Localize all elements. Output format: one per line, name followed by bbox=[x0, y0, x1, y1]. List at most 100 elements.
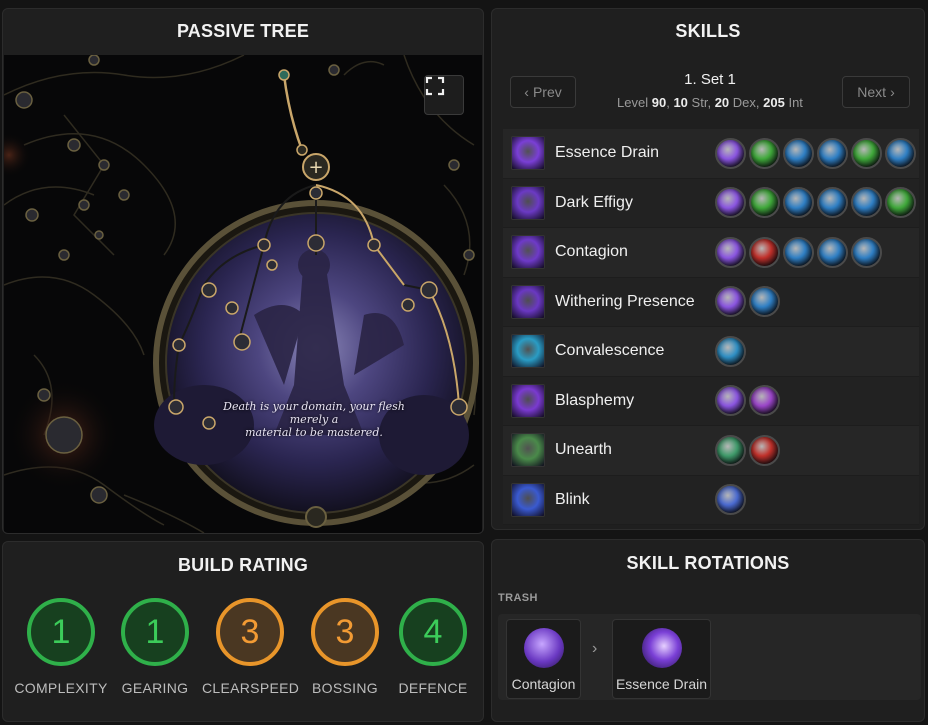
support-gems bbox=[715, 434, 780, 466]
skill-row[interactable]: Convalescence bbox=[503, 327, 919, 377]
passive-tree-graph: + bbox=[4, 55, 479, 533]
gem-icon[interactable] bbox=[715, 484, 746, 516]
gem-icon[interactable] bbox=[783, 236, 814, 268]
rating-gearing: 1 GEARING bbox=[107, 598, 203, 696]
skill-row[interactable]: Blasphemy bbox=[503, 376, 919, 426]
support-gems bbox=[715, 286, 780, 318]
gem-icon[interactable] bbox=[749, 187, 780, 219]
withering-presence-icon bbox=[511, 284, 545, 319]
str-label: Str, bbox=[691, 95, 712, 110]
gem-icon[interactable] bbox=[885, 187, 916, 219]
gem-icon[interactable] bbox=[885, 137, 916, 169]
support-gems bbox=[715, 385, 780, 417]
gem-icon[interactable] bbox=[783, 137, 814, 169]
dex-value: 20 bbox=[714, 95, 730, 110]
gem-icon[interactable] bbox=[817, 236, 848, 268]
skill-row[interactable]: Unearth bbox=[503, 426, 919, 476]
fullscreen-button[interactable] bbox=[424, 75, 464, 115]
rating-label: BOSSING bbox=[312, 680, 378, 696]
fullscreen-icon bbox=[425, 76, 445, 96]
gem-icon[interactable] bbox=[851, 137, 882, 169]
contagion-icon bbox=[511, 235, 545, 270]
prev-label: Prev bbox=[532, 84, 562, 100]
rotation-group-label: TRASH bbox=[498, 592, 538, 604]
skill-set-stats: Level 90, 10 Str, 20 Dex, 205 Int bbox=[617, 95, 803, 110]
gem-icon[interactable] bbox=[715, 335, 746, 367]
level-value: 90 bbox=[651, 95, 667, 110]
rating-value: 1 bbox=[27, 598, 95, 666]
blasphemy-icon bbox=[511, 383, 545, 418]
support-gems bbox=[715, 187, 916, 219]
skill-name: Unearth bbox=[555, 441, 612, 459]
int-value: 205 bbox=[763, 95, 785, 110]
gem-icon[interactable] bbox=[749, 236, 780, 268]
rating-clearspeed: 3 CLEARSPEED bbox=[202, 598, 300, 696]
gem-icon[interactable] bbox=[715, 236, 746, 268]
gem-icon[interactable] bbox=[715, 187, 746, 219]
prev-set-button[interactable]: ‹ Prev bbox=[510, 76, 576, 108]
gem-icon[interactable] bbox=[715, 385, 746, 417]
convalescence-icon bbox=[511, 334, 545, 369]
skill-name: Blasphemy bbox=[555, 391, 635, 409]
gem-icon[interactable] bbox=[749, 385, 780, 417]
rotation-step-name: Contagion bbox=[511, 676, 576, 692]
gem-icon[interactable] bbox=[715, 434, 746, 466]
passive-tree-canvas[interactable]: + Death is your domain, your flesh merel… bbox=[4, 55, 482, 533]
gem-icon[interactable] bbox=[749, 286, 780, 318]
gem-icon[interactable] bbox=[851, 236, 882, 268]
rotation-box: Contagion › Essence Drain bbox=[498, 614, 921, 700]
gem-icon[interactable] bbox=[749, 434, 780, 466]
skill-row[interactable]: Blink bbox=[503, 475, 919, 525]
gem-icon[interactable] bbox=[817, 137, 848, 169]
int-label: Int bbox=[788, 95, 803, 110]
blink-icon bbox=[511, 482, 545, 517]
rating-complexity: 1 COMPLEXITY bbox=[13, 598, 109, 696]
rating-value: 1 bbox=[121, 598, 189, 666]
rotation-step-essence-drain[interactable]: Essence Drain bbox=[612, 619, 711, 699]
skill-set-title: 1. Set 1 bbox=[684, 71, 736, 88]
support-gems bbox=[715, 335, 746, 367]
support-gems bbox=[715, 236, 882, 268]
skill-list: Essence Drain Dark Effigy Contagion Witheri… bbox=[503, 129, 919, 525]
skill-name: Withering Presence bbox=[555, 292, 695, 310]
next-set-button[interactable]: Next › bbox=[842, 76, 910, 108]
gem-icon[interactable] bbox=[851, 187, 882, 219]
rating-label: DEFENCE bbox=[398, 680, 468, 696]
gem-icon[interactable] bbox=[715, 137, 746, 169]
skill-row[interactable]: Essence Drain bbox=[503, 129, 919, 179]
dex-label: Dex, bbox=[732, 95, 760, 110]
passive-tree-panel: PASSIVE TREE + Death is your domain, you… bbox=[2, 8, 484, 534]
rating-defence: 4 DEFENCE bbox=[385, 598, 481, 696]
level-label: Level bbox=[617, 95, 649, 110]
skill-name: Dark Effigy bbox=[555, 193, 633, 211]
next-label: Next bbox=[857, 84, 887, 100]
skill-row[interactable]: Withering Presence bbox=[503, 277, 919, 327]
rating-bossing: 3 BOSSING bbox=[297, 598, 393, 696]
build-rating-title: BUILD RATING bbox=[177, 555, 309, 575]
gem-icon[interactable] bbox=[749, 137, 780, 169]
svg-text:+: + bbox=[308, 157, 323, 178]
ascendancy-quote-line1: Death is your domain, your flesh merely … bbox=[223, 400, 405, 426]
skills-title: SKILLS bbox=[675, 21, 741, 41]
skill-name: Convalescence bbox=[555, 342, 665, 360]
rotation-step-name: Essence Drain bbox=[615, 676, 708, 692]
skill-row[interactable]: Contagion bbox=[503, 228, 919, 278]
gem-icon[interactable] bbox=[715, 286, 746, 318]
skill-name: Blink bbox=[555, 490, 590, 508]
rotation-step-contagion[interactable]: Contagion bbox=[506, 619, 581, 699]
rating-label: COMPLEXITY bbox=[14, 680, 108, 696]
build-rating-panel: BUILD RATING 1 COMPLEXITY 1 GEARING 3 CLEARSP… bbox=[2, 541, 484, 722]
passive-tree-title: PASSIVE TREE bbox=[176, 21, 310, 41]
skill-row[interactable]: Dark Effigy bbox=[503, 178, 919, 228]
chevron-right-icon: › bbox=[890, 84, 895, 100]
str-value: 10 bbox=[673, 95, 688, 110]
rating-label: CLEARSPEED bbox=[202, 680, 300, 696]
gem-icon[interactable] bbox=[817, 187, 848, 219]
support-gems bbox=[715, 484, 746, 516]
skill-rotations-title: SKILL ROTATIONS bbox=[626, 553, 790, 573]
contagion-icon bbox=[523, 628, 564, 668]
gem-icon[interactable] bbox=[783, 187, 814, 219]
ascendancy-quote-line2: material to be mastered. bbox=[245, 426, 383, 439]
chevron-left-icon: ‹ bbox=[524, 84, 529, 100]
rating-value: 4 bbox=[399, 598, 467, 666]
